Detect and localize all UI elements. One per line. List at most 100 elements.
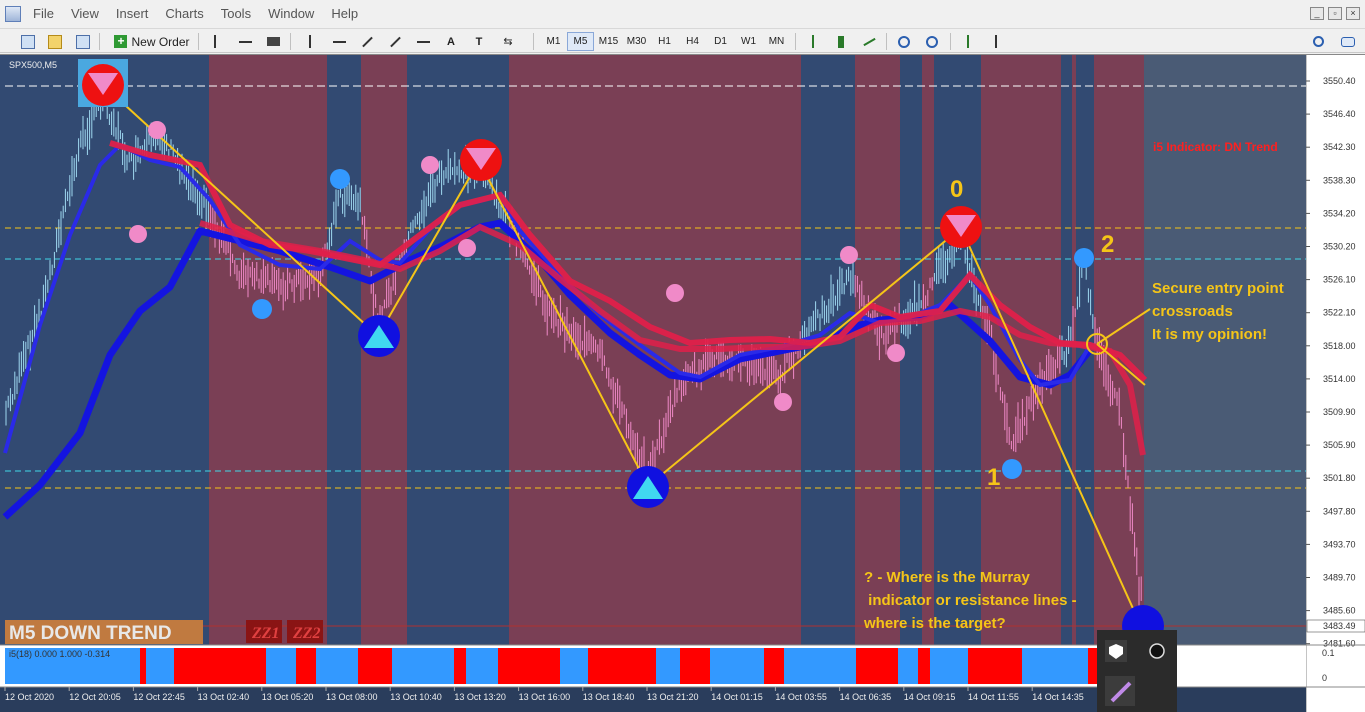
new-order-label: New Order [131, 34, 190, 49]
arrows-icon[interactable]: ⇆ [498, 32, 518, 51]
menu-window[interactable]: Window [262, 0, 325, 28]
histogram-block [146, 648, 174, 684]
time-tick-label: 13 Oct 16:00 [519, 692, 571, 702]
zz1-button[interactable]: ZZ1 [246, 620, 282, 643]
menu-view[interactable]: View [65, 0, 110, 28]
rectangle-icon[interactable] [263, 32, 283, 51]
histogram-block [784, 648, 856, 684]
trend-band [801, 55, 855, 645]
menu-tools[interactable]: Tools [215, 0, 262, 28]
minimize-icon[interactable]: _ [1310, 7, 1324, 20]
indicator-status: i5 Indicator: DN Trend [1153, 140, 1278, 154]
annotation-entry-line-2: crossroads [1152, 303, 1233, 320]
timeframe-w1[interactable]: W1 [735, 32, 762, 51]
histogram-block [174, 648, 266, 684]
sell-signal-marker [460, 139, 502, 181]
time-tick-label: 12 Oct 20:05 [69, 692, 121, 702]
price-tick-label: 3522.10 [1323, 308, 1356, 318]
chart-shift-icon[interactable] [986, 32, 1006, 51]
zoom-out-icon[interactable] [922, 32, 942, 51]
annotation-question-line-1: ? - Where is the Murray [864, 569, 1031, 586]
new-order-button[interactable]: + New Order [110, 32, 194, 51]
histogram-block [1088, 648, 1097, 684]
annotation-question-line-2: indicator or resistance lines - [864, 592, 1077, 609]
annotation-question-line-3: where is the target? [863, 615, 1006, 632]
current-price-label: 3483.49 [1323, 621, 1356, 631]
timeframe-h4[interactable]: H4 [679, 32, 706, 51]
timeframe-d1[interactable]: D1 [707, 32, 734, 51]
zz1-label: ZZ1 [251, 625, 280, 642]
histogram-block [140, 648, 146, 684]
restore-icon[interactable]: ▫ [1328, 7, 1342, 20]
price-chart[interactable]: SPX500,M5 i5 Indicator: DN Trend 0 1 2 S… [0, 55, 1365, 712]
timeframe-m5[interactable]: M5 [567, 32, 594, 51]
price-tick-label: 3518.00 [1323, 341, 1356, 351]
price-tick-label: 3509.90 [1323, 407, 1356, 417]
new-chart-icon[interactable] [18, 32, 38, 51]
price-tick-label: 3530.20 [1323, 242, 1356, 252]
histogram-block [918, 648, 930, 684]
time-tick-label: 14 Oct 03:55 [775, 692, 827, 702]
time-tick-label: 12 Oct 2020 [5, 692, 54, 702]
buy-signal-marker [627, 466, 669, 508]
timeframe-m15[interactable]: M15 [595, 32, 622, 51]
hline-icon[interactable] [329, 32, 349, 51]
toolbar: + New Order A T ⇆ M1 M5 M15 M30 H1 H4 D1… [0, 28, 1365, 53]
annotation-entry-line-3: It is my opinion! [1152, 326, 1267, 343]
annotation-entry-line-1: Secure entry point [1152, 280, 1284, 297]
autoscroll-icon[interactable] [958, 32, 978, 51]
timeframe-h1[interactable]: H1 [651, 32, 678, 51]
profiles-icon[interactable] [45, 32, 65, 51]
time-tick-label: 13 Oct 08:00 [326, 692, 378, 702]
time-tick-label: 13 Oct 18:40 [583, 692, 635, 702]
candlestick-icon[interactable] [831, 32, 851, 51]
close-icon[interactable]: × [1346, 7, 1360, 20]
zz2-button[interactable]: ZZ2 [287, 620, 323, 643]
app-icon [5, 6, 21, 22]
sell-signal-marker [78, 59, 128, 107]
timeframe-m30[interactable]: M30 [623, 32, 650, 51]
menu-insert[interactable]: Insert [110, 0, 160, 28]
time-tick-label: 13 Oct 02:40 [198, 692, 250, 702]
wave-label-0: 0 [950, 176, 963, 203]
price-tick-label: 3501.80 [1323, 473, 1356, 483]
histogram-block [856, 648, 898, 684]
histogram-block [588, 648, 656, 684]
indicators-icon[interactable] [235, 32, 255, 51]
trend-band [209, 55, 327, 645]
cursor-vline-icon[interactable] [300, 32, 320, 51]
equidistant-icon[interactable] [385, 32, 405, 51]
time-tick-label: 13 Oct 13:20 [454, 692, 506, 702]
trend-band [922, 55, 934, 645]
search-icon[interactable] [1308, 32, 1328, 51]
menu-bar: File View Insert Charts Tools Window Hel… [0, 0, 1365, 28]
timeframe-m1[interactable]: M1 [540, 32, 567, 51]
time-tick-label: 12 Oct 22:45 [133, 692, 185, 702]
menu-help[interactable]: Help [325, 0, 369, 28]
fibonacci-icon[interactable] [413, 32, 433, 51]
indicator-histogram [5, 648, 1097, 684]
menu-charts[interactable]: Charts [159, 0, 214, 28]
chart-window[interactable]: SPX500,M5 i5 Indicator: DN Trend 0 1 2 S… [0, 54, 1365, 712]
menu-file[interactable]: File [27, 0, 65, 28]
bar-chart-icon[interactable] [803, 32, 823, 51]
text-icon[interactable]: A [441, 32, 461, 51]
autotrading-icon[interactable] [205, 32, 225, 51]
trendline-icon[interactable] [357, 32, 377, 51]
histogram-block [560, 648, 588, 684]
text-label-icon[interactable]: T [469, 32, 489, 51]
timeframe-mn[interactable]: MN [763, 32, 790, 51]
time-tick-label: 14 Oct 09:15 [904, 692, 956, 702]
histogram-block [296, 648, 316, 684]
market-watch-icon[interactable] [73, 32, 93, 51]
chat-icon[interactable] [1338, 32, 1358, 51]
histogram-block [498, 648, 560, 684]
trend-banner: M5 DOWN TREND [5, 620, 203, 644]
histogram-block [392, 648, 454, 684]
subwindow-label: i5(18) 0.000 1.000 -0.314 [9, 649, 110, 659]
overlay-widget[interactable] [1097, 630, 1177, 712]
circle-badge-icon[interactable] [1149, 643, 1165, 659]
line-chart-icon[interactable] [859, 32, 879, 51]
price-tick-label: 3497.80 [1323, 506, 1356, 516]
zoom-in-icon[interactable] [894, 32, 914, 51]
